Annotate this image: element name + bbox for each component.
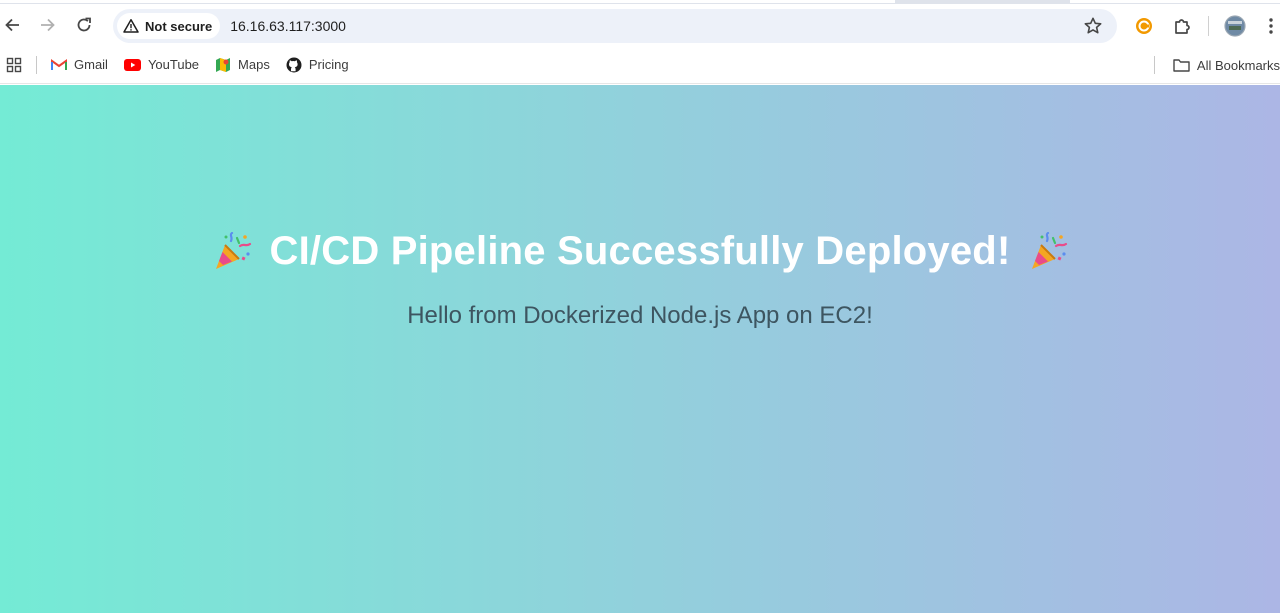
apps-button[interactable] xyxy=(0,51,30,79)
page-subtitle: Hello from Dockerized Node.js App on EC2… xyxy=(407,302,873,329)
bookmarks-divider xyxy=(1153,56,1155,74)
bookmark-youtube[interactable]: YouTube xyxy=(116,51,207,79)
bookmarks-divider xyxy=(36,55,37,74)
github-icon xyxy=(286,57,302,72)
bookmark-label: YouTube xyxy=(147,57,200,72)
all-bookmarks-area: All Bookmarks xyxy=(1148,51,1280,79)
party-popper-icon xyxy=(1032,231,1068,269)
page-heading: CI/CD Pipeline Successfully Deployed! xyxy=(212,229,1069,274)
bookmark-label: Gmail xyxy=(74,57,108,72)
avatar xyxy=(1224,15,1246,37)
browser-toolbar: Not secure 16.16.63.117:3000 xyxy=(0,4,1280,46)
bookmark-star-button[interactable] xyxy=(1083,16,1103,36)
puzzle-icon xyxy=(1175,19,1190,34)
bookmark-label: Pricing xyxy=(308,57,349,72)
party-popper-icon xyxy=(215,231,251,269)
bookmark-maps[interactable]: Maps xyxy=(207,51,278,79)
extensions-area xyxy=(1126,8,1280,44)
forward-button[interactable] xyxy=(30,7,66,43)
reload-button[interactable] xyxy=(66,7,102,43)
reload-icon xyxy=(77,17,91,32)
site-info-chip[interactable]: Not secure xyxy=(117,13,221,39)
tab-strip-segment xyxy=(1070,0,1280,3)
youtube-icon xyxy=(123,58,141,71)
star-icon xyxy=(1084,17,1102,34)
all-bookmarks-label: All Bookmarks xyxy=(1196,57,1280,73)
extension-logo-icon xyxy=(1136,18,1152,34)
forward-arrow-icon xyxy=(41,18,55,32)
bookmark-pricing[interactable]: Pricing xyxy=(278,51,357,79)
page-content: CI/CD Pipeline Successfully Deployed! He… xyxy=(0,85,1280,613)
heading-text: CI/CD Pipeline Successfully Deployed! xyxy=(269,229,1011,273)
maps-icon xyxy=(216,57,231,72)
profile-button[interactable] xyxy=(1217,8,1253,44)
browser-menu-button[interactable] xyxy=(1253,8,1280,44)
folder-icon xyxy=(1173,59,1190,72)
bookmarks-bar: Gmail YouTube Maps Pricing All Bookmarks xyxy=(0,46,1280,84)
back-button[interactable] xyxy=(0,7,30,43)
tab-strip-segment xyxy=(0,0,895,3)
bookmark-label: Maps xyxy=(238,57,270,72)
address-bar[interactable]: Not secure 16.16.63.117:3000 xyxy=(113,9,1117,43)
toolbar-divider xyxy=(1208,16,1209,36)
security-label: Not secure xyxy=(145,18,213,34)
back-arrow-icon xyxy=(5,18,19,32)
extensions-menu-button[interactable] xyxy=(1164,8,1200,44)
url-text[interactable]: 16.16.63.117:3000 xyxy=(230,18,346,34)
more-vert-icon xyxy=(1269,18,1273,34)
gmail-icon xyxy=(51,58,67,70)
apps-grid-icon xyxy=(6,57,22,72)
bookmark-gmail[interactable]: Gmail xyxy=(43,51,116,79)
all-bookmarks-button[interactable]: All Bookmarks xyxy=(1165,51,1280,79)
extension-button[interactable] xyxy=(1126,8,1162,44)
warning-icon xyxy=(123,19,139,33)
